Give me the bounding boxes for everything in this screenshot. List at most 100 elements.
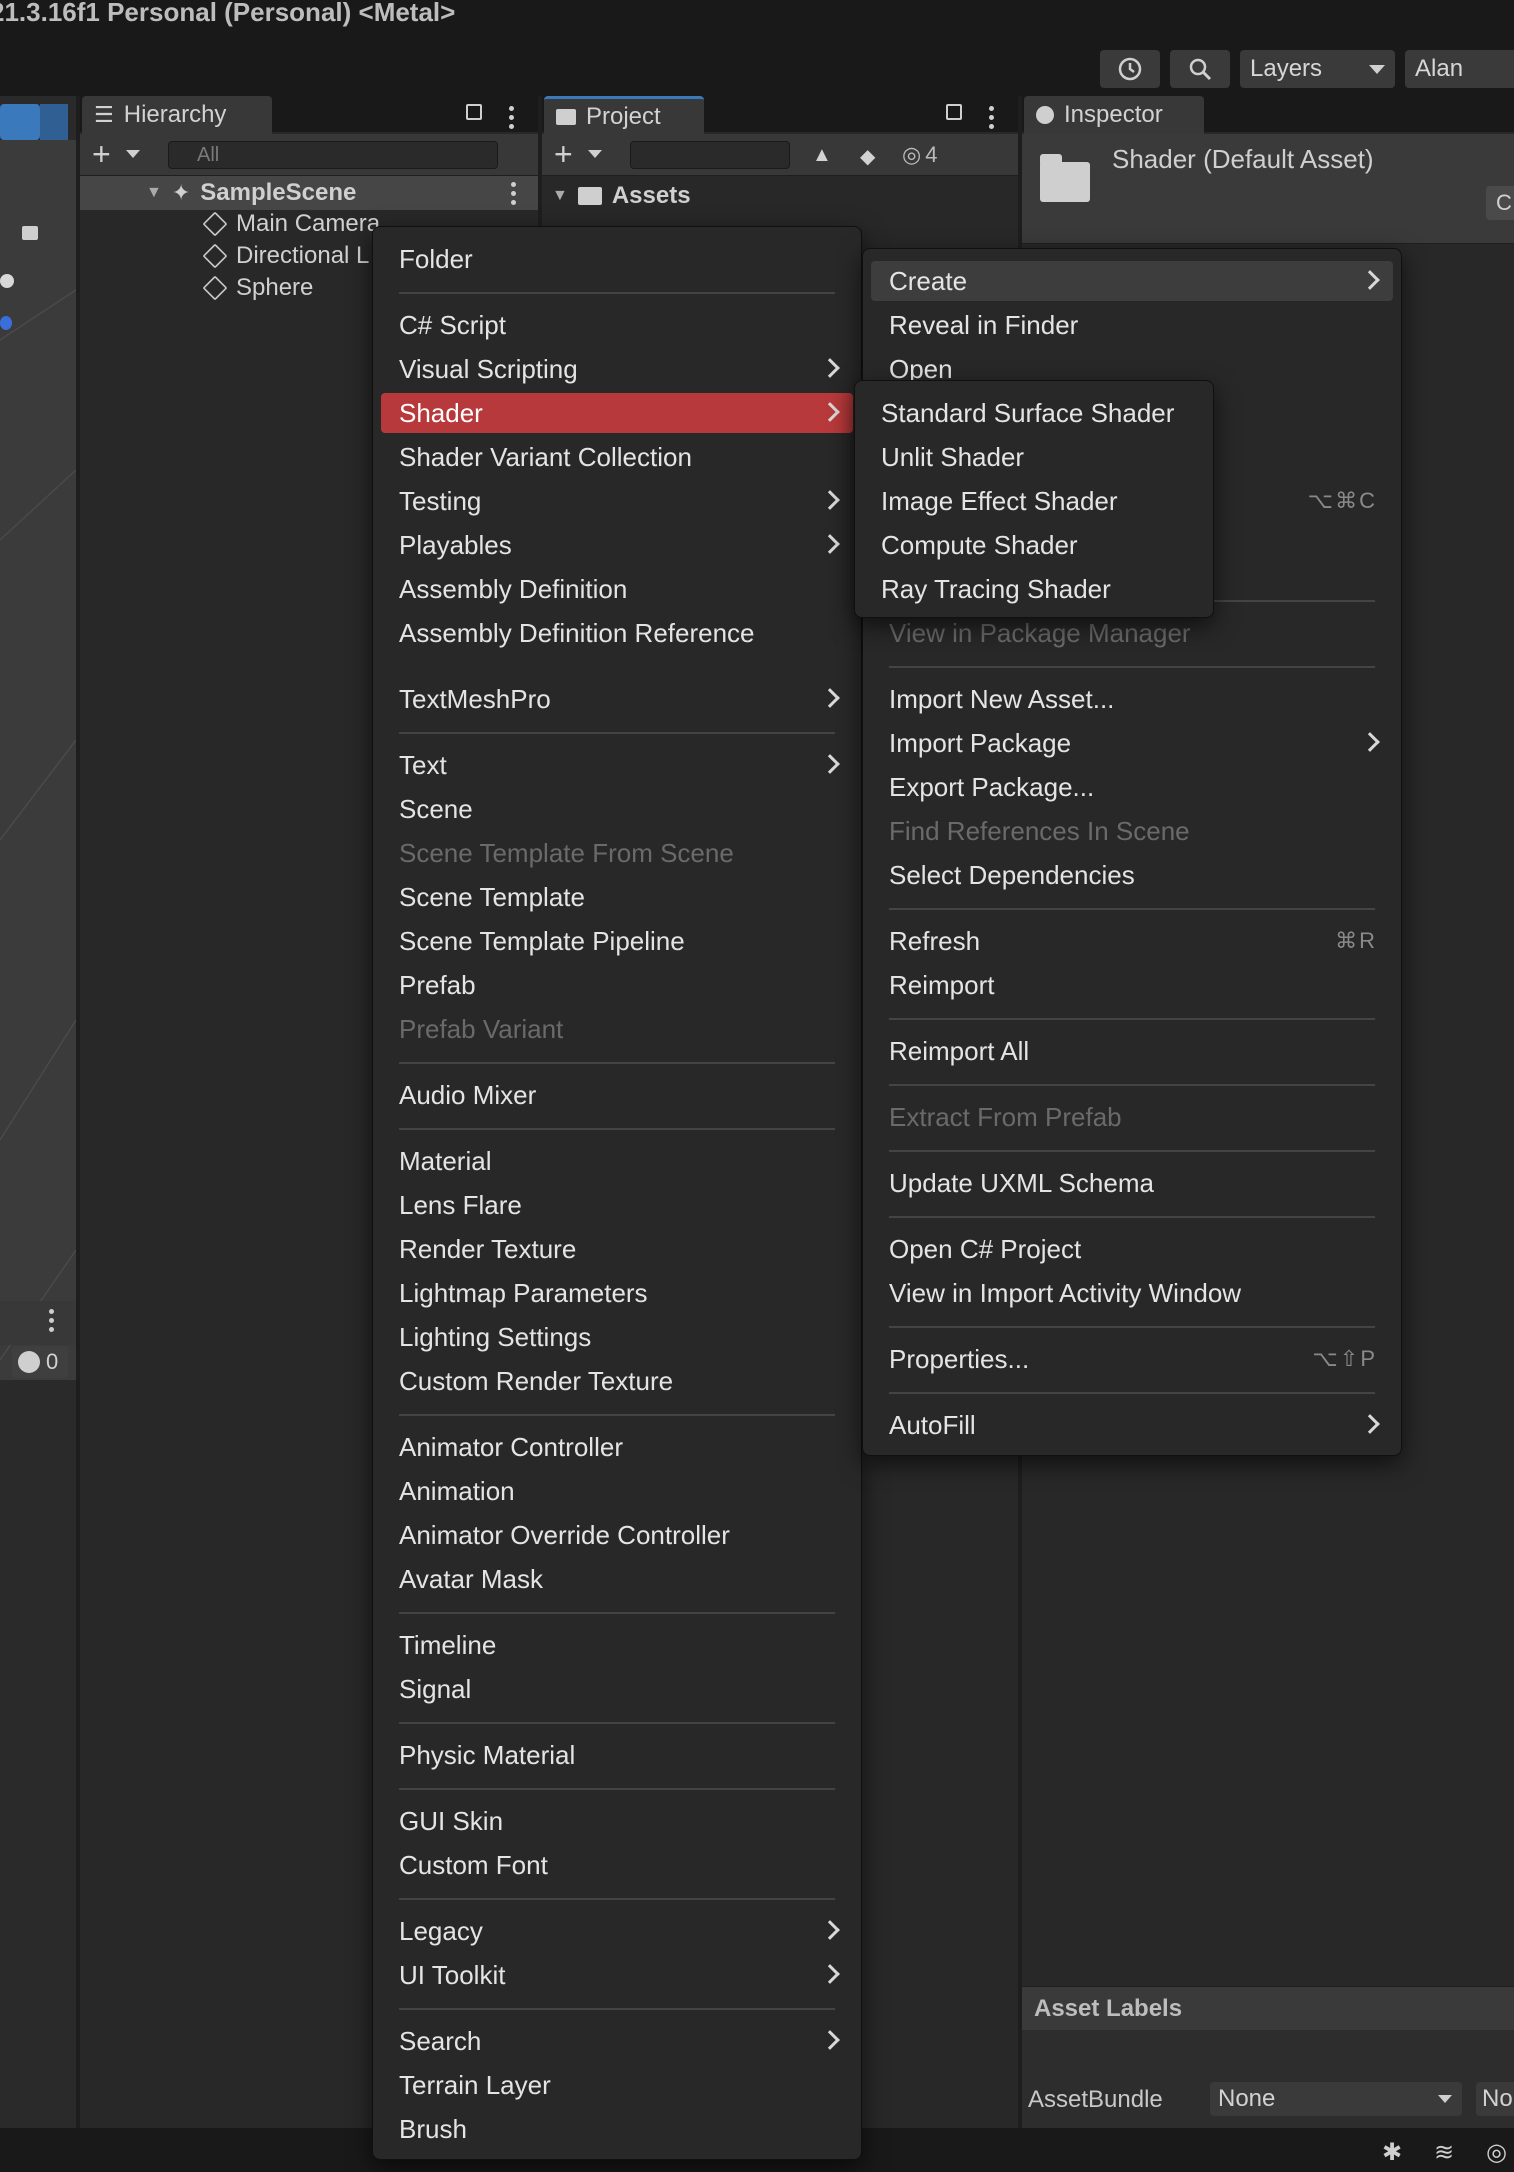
- create-menu-item-signal[interactable]: Signal: [381, 1669, 853, 1709]
- filter-type-icon[interactable]: ▲: [812, 144, 832, 167]
- create-menu-item-c-script[interactable]: C# Script: [381, 305, 853, 345]
- create-menu-item-material[interactable]: Material: [381, 1141, 853, 1181]
- hierarchy-item[interactable]: Main Camera: [202, 210, 380, 238]
- assetbundle-dropdown[interactable]: None: [1210, 2082, 1462, 2116]
- create-menu-item-playables[interactable]: Playables: [381, 525, 853, 565]
- progress-icon[interactable]: ◎: [1486, 2138, 1507, 2167]
- project-search-input[interactable]: [630, 141, 790, 169]
- shader-item-image-effect-shader[interactable]: Image Effect Shader: [863, 481, 1205, 521]
- create-menu-item-terrain-layer[interactable]: Terrain Layer: [381, 2065, 853, 2105]
- triangle-down-icon[interactable]: ▼: [552, 187, 568, 205]
- eye-slash-icon: ◎: [902, 142, 922, 167]
- create-menu-item-scene-template[interactable]: Scene Template: [381, 877, 853, 917]
- hierarchy-item[interactable]: Directional L: [202, 242, 369, 270]
- create-menu-item-prefab[interactable]: Prefab: [381, 965, 853, 1005]
- create-menu-item-item-label: Prefab: [399, 969, 476, 1000]
- context-menu-item-import-package[interactable]: Import Package: [871, 723, 1393, 763]
- create-menu-item-testing[interactable]: Testing: [381, 481, 853, 521]
- asset-labels-header: Asset Labels: [1022, 1986, 1514, 2030]
- context-menu-item-properties[interactable]: Properties... ⌥⇧P: [871, 1339, 1393, 1379]
- tag-icon[interactable]: ◆: [860, 144, 875, 169]
- account-dropdown[interactable]: Alan: [1405, 50, 1514, 88]
- bug-icon[interactable]: ✱: [1382, 2138, 1402, 2167]
- create-menu-item-lightmap-parameters[interactable]: Lightmap Parameters: [381, 1273, 853, 1313]
- create-menu-item-lighting-settings[interactable]: Lighting Settings: [381, 1317, 853, 1357]
- create-menu-item-text[interactable]: Text: [381, 745, 853, 785]
- hierarchy-search-input[interactable]: All: [168, 141, 498, 169]
- search-button[interactable]: [1170, 50, 1230, 88]
- chevron-down-icon[interactable]: [126, 150, 140, 158]
- more-options-icon[interactable]: [988, 106, 994, 129]
- gizmo-dropdown[interactable]: [40, 104, 68, 140]
- create-menu-item-shader-variant-collection[interactable]: Shader Variant Collection: [381, 437, 853, 477]
- scene-view[interactable]: 0: [0, 96, 76, 2128]
- context-menu-item-create[interactable]: Create: [871, 261, 1393, 301]
- create-menu-item-ui-toolkit[interactable]: UI Toolkit: [381, 1955, 853, 1995]
- gizmo-tool-button[interactable]: [0, 104, 40, 140]
- chevron-down-icon[interactable]: [588, 150, 602, 158]
- create-menu-item-shader[interactable]: Shader: [381, 393, 853, 433]
- shader-item-standard-surface-shader[interactable]: Standard Surface Shader: [863, 393, 1205, 433]
- shader-item-unlit-shader[interactable]: Unlit Shader: [863, 437, 1205, 477]
- context-menu-item-reveal-in-finder[interactable]: Reveal in Finder: [871, 305, 1393, 345]
- context-menu-item-view-in-import-activity-window[interactable]: View in Import Activity Window: [871, 1273, 1393, 1313]
- tab-project[interactable]: Project: [544, 96, 704, 134]
- context-menu-item-refresh[interactable]: Refresh ⌘R: [871, 921, 1393, 961]
- context-menu-item-autofill[interactable]: AutoFill: [871, 1405, 1393, 1445]
- create-menu-item-custom-render-texture[interactable]: Custom Render Texture: [381, 1361, 853, 1401]
- create-menu-item-avatar-mask[interactable]: Avatar Mask: [381, 1559, 853, 1599]
- context-menu-item-import-new-asset[interactable]: Import New Asset...: [871, 679, 1393, 719]
- create-menu-item-timeline[interactable]: Timeline: [381, 1625, 853, 1665]
- tab-inspector[interactable]: Inspector: [1024, 96, 1204, 134]
- shader-item-ray-tracing-shader[interactable]: Ray Tracing Shader: [863, 569, 1205, 609]
- layers-dropdown[interactable]: Layers: [1240, 50, 1395, 88]
- create-menu-item-lens-flare[interactable]: Lens Flare: [381, 1185, 853, 1225]
- lock-icon[interactable]: [22, 226, 38, 240]
- more-options-icon[interactable]: [510, 182, 516, 205]
- menu-separator: [399, 1414, 835, 1416]
- create-menu-item-folder[interactable]: Folder: [381, 239, 853, 279]
- create-menu-item-visual-scripting[interactable]: Visual Scripting: [381, 349, 853, 389]
- create-menu-item-audio-mixer[interactable]: Audio Mixer: [381, 1075, 853, 1115]
- scene-row[interactable]: ▼ ✦ SampleScene: [80, 176, 538, 210]
- context-menu-item-open-c-project[interactable]: Open C# Project: [871, 1229, 1393, 1269]
- add-icon[interactable]: +: [554, 136, 573, 173]
- assetbundle-variant-dropdown[interactable]: No: [1476, 2082, 1514, 2116]
- create-menu-item-scene-template-pipeline[interactable]: Scene Template Pipeline: [381, 921, 853, 961]
- more-options-icon[interactable]: [48, 1309, 54, 1332]
- context-menu-item-reimport-all[interactable]: Reimport All: [871, 1031, 1393, 1071]
- create-menu-item-scene[interactable]: Scene: [381, 789, 853, 829]
- context-menu-item-update-uxml-schema[interactable]: Update UXML Schema: [871, 1163, 1393, 1203]
- triangle-down-icon[interactable]: ▼: [146, 184, 162, 202]
- assets-folder-row[interactable]: ▼ Assets: [552, 182, 691, 210]
- shader-item-compute-shader[interactable]: Compute Shader: [863, 525, 1205, 565]
- create-menu-item-textmeshpro[interactable]: TextMeshPro: [381, 679, 853, 719]
- create-menu-item-physic-material[interactable]: Physic Material: [381, 1735, 853, 1775]
- create-menu-item-assembly-definition[interactable]: Assembly Definition: [381, 569, 853, 609]
- context-menu-item-export-package[interactable]: Export Package...: [871, 767, 1393, 807]
- hidden-packages-toggle[interactable]: ◎ 4: [902, 142, 937, 168]
- create-menu-item-legacy[interactable]: Legacy: [381, 1911, 853, 1951]
- scene-viewport[interactable]: [0, 104, 76, 1380]
- create-menu-item-assembly-definition-reference[interactable]: Assembly Definition Reference: [381, 613, 853, 653]
- add-icon[interactable]: +: [92, 136, 111, 173]
- create-menu-item-gui-skin[interactable]: GUI Skin: [381, 1801, 853, 1841]
- create-menu-item-animator-controller[interactable]: Animator Controller: [381, 1427, 853, 1467]
- create-menu-item-render-texture[interactable]: Render Texture: [381, 1229, 853, 1269]
- context-menu-item-select-dependencies[interactable]: Select Dependencies: [871, 855, 1393, 895]
- console-warning-badge[interactable]: 0: [12, 1346, 68, 1378]
- create-menu-item-search[interactable]: Search: [381, 2021, 853, 2061]
- hierarchy-item[interactable]: Sphere: [202, 274, 313, 302]
- lock-icon[interactable]: [466, 104, 482, 120]
- create-menu-item-animator-override-controller[interactable]: Animator Override Controller: [381, 1515, 853, 1555]
- tab-hierarchy[interactable]: ☰ Hierarchy: [82, 96, 272, 134]
- create-menu-item-brush[interactable]: Brush: [381, 2109, 853, 2149]
- open-button[interactable]: C: [1486, 186, 1514, 220]
- create-menu-item-animation[interactable]: Animation: [381, 1471, 853, 1511]
- lock-icon[interactable]: [946, 104, 962, 120]
- more-options-icon[interactable]: [508, 106, 514, 129]
- context-menu-item-reimport[interactable]: Reimport: [871, 965, 1393, 1005]
- create-menu-item-custom-font[interactable]: Custom Font: [381, 1845, 853, 1885]
- history-button[interactable]: [1100, 50, 1160, 88]
- cache-server-icon[interactable]: ≋: [1434, 2138, 1454, 2167]
